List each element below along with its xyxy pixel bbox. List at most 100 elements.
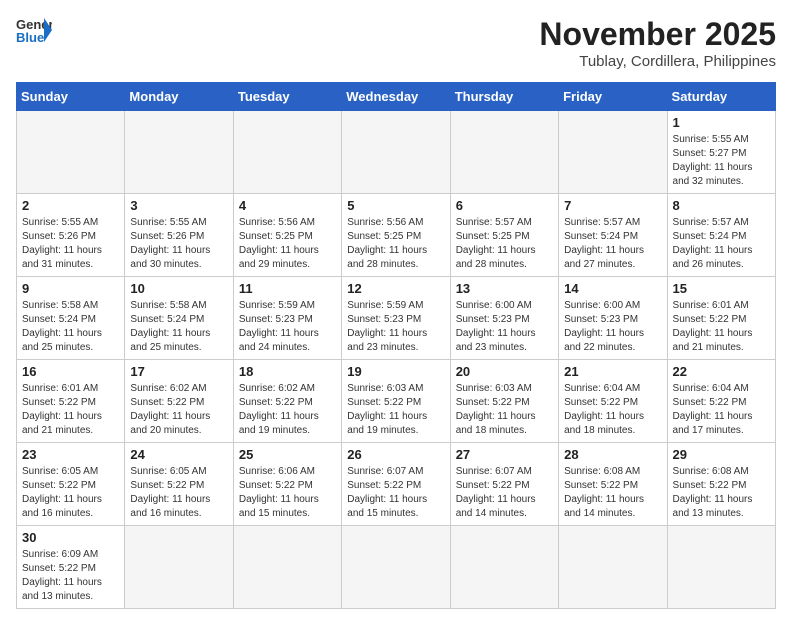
day-number: 15	[673, 281, 770, 296]
title-area: November 2025 Tublay, Cordillera, Philip…	[539, 16, 776, 70]
day-number: 1	[673, 115, 770, 130]
logo: General Blue	[16, 16, 52, 44]
day-number: 21	[564, 364, 661, 379]
day-info: Sunrise: 6:00 AM Sunset: 5:23 PM Dayligh…	[564, 299, 661, 355]
calendar-cell: 7Sunrise: 5:57 AM Sunset: 5:24 PM Daylig…	[559, 194, 667, 277]
day-info: Sunrise: 5:57 AM Sunset: 5:24 PM Dayligh…	[564, 216, 661, 272]
day-info: Sunrise: 6:01 AM Sunset: 5:22 PM Dayligh…	[673, 299, 770, 355]
calendar-cell: 25 Sunrise: 6:06 AM Sunset: 5:22 PM Dayli…	[233, 443, 341, 526]
calendar-cell	[559, 526, 667, 609]
calendar: SundayMondayTuesdayWednesdayThursdayFrid…	[16, 82, 776, 609]
day-info: Sunrise: 6:06 AM Sunset: 5:22 PM Dayligh…	[239, 465, 336, 521]
day-info: Sunrise: 6:03 AM Sunset: 5:22 PM Dayligh…	[456, 382, 553, 438]
day-info: Sunrise: 5:56 AM Sunset: 5:25 PM Dayligh…	[239, 216, 336, 272]
calendar-cell	[125, 111, 233, 194]
calendar-cell: 1 Sunrise: 5:55 AM Sunset: 5:27 PM Daylig…	[667, 111, 775, 194]
day-number: 8	[673, 198, 770, 213]
calendar-cell: 30 Sunrise: 6:09 AM Sunset: 5:22 PM Dayli…	[17, 526, 125, 609]
calendar-week-1: 1 Sunrise: 5:55 AM Sunset: 5:27 PM Daylig…	[17, 111, 776, 194]
calendar-cell	[559, 111, 667, 194]
calendar-cell: 23Sunrise: 6:05 AM Sunset: 5:22 PM Dayli…	[17, 443, 125, 526]
calendar-cell: 27 Sunrise: 6:07 AM Sunset: 5:22 PM Dayli…	[450, 443, 558, 526]
calendar-cell: 16Sunrise: 6:01 AM Sunset: 5:22 PM Dayli…	[17, 360, 125, 443]
calendar-cell	[342, 526, 450, 609]
day-number: 24	[130, 447, 227, 462]
calendar-cell: 12Sunrise: 5:59 AM Sunset: 5:23 PM Dayli…	[342, 277, 450, 360]
day-number: 22	[673, 364, 770, 379]
calendar-cell: 9Sunrise: 5:58 AM Sunset: 5:24 PM Daylig…	[17, 277, 125, 360]
svg-text:Blue: Blue	[16, 30, 44, 44]
day-info: Sunrise: 6:08 AM Sunset: 5:22 PM Dayligh…	[564, 465, 661, 521]
column-header-saturday: Saturday	[667, 83, 775, 111]
day-info: Sunrise: 5:58 AM Sunset: 5:24 PM Dayligh…	[130, 299, 227, 355]
month-title: November 2025	[539, 16, 776, 53]
calendar-week-6: 30 Sunrise: 6:09 AM Sunset: 5:22 PM Dayli…	[17, 526, 776, 609]
calendar-cell: 24 Sunrise: 6:05 AM Sunset: 5:22 PM Dayli…	[125, 443, 233, 526]
calendar-week-5: 23 Sunrise: 6:05 AM Sunset: 5:22 PM Dayli…	[17, 443, 776, 526]
day-number: 4	[239, 198, 336, 213]
day-number: 19	[347, 364, 444, 379]
day-info: Sunrise: 6:04 AM Sunset: 5:22 PM Dayligh…	[564, 382, 661, 438]
column-header-friday: Friday	[559, 83, 667, 111]
day-info: Sunrise: 6:05 AM Sunset: 5:22 PM Dayligh…	[130, 465, 227, 521]
day-info: Sunrise: 6:00 AM Sunset: 5:23 PM Dayligh…	[456, 299, 553, 355]
calendar-cell	[233, 526, 341, 609]
day-number: 18	[239, 364, 336, 379]
day-number: 20	[456, 364, 553, 379]
column-header-thursday: Thursday	[450, 83, 558, 111]
calendar-cell: 14 Sunrise: 6:00 AM Sunset: 5:23 PM Dayli…	[559, 277, 667, 360]
logo-icon: General Blue	[16, 16, 52, 44]
day-info: Sunrise: 6:09 AM Sunset: 5:22 PM Dayligh…	[22, 548, 119, 604]
column-header-monday: Monday	[125, 83, 233, 111]
day-info: Sunrise: 6:02 AM Sunset: 5:22 PM Dayligh…	[130, 382, 227, 438]
day-number: 6	[456, 198, 553, 213]
day-info: Sunrise: 5:59 AM Sunset: 5:23 PM Dayligh…	[347, 299, 444, 355]
day-info: Sunrise: 6:01 AM Sunset: 5:22 PM Dayligh…	[22, 382, 119, 438]
calendar-cell: 2 Sunrise: 5:55 AM Sunset: 5:26 PM Daylig…	[17, 194, 125, 277]
calendar-cell: 11 Sunrise: 5:59 AM Sunset: 5:23 PM Dayli…	[233, 277, 341, 360]
day-info: Sunrise: 5:59 AM Sunset: 5:23 PM Dayligh…	[239, 299, 336, 355]
day-number: 27	[456, 447, 553, 462]
calendar-header-row: SundayMondayTuesdayWednesdayThursdayFrid…	[17, 83, 776, 111]
header: General Blue November 2025 Tublay, Cordi…	[16, 16, 776, 70]
calendar-cell: 6 Sunrise: 5:57 AM Sunset: 5:25 PM Daylig…	[450, 194, 558, 277]
day-info: Sunrise: 6:02 AM Sunset: 5:22 PM Dayligh…	[239, 382, 336, 438]
calendar-cell: 28 Sunrise: 6:08 AM Sunset: 5:22 PM Dayli…	[559, 443, 667, 526]
day-info: Sunrise: 5:55 AM Sunset: 5:26 PM Dayligh…	[130, 216, 227, 272]
calendar-cell: 26 Sunrise: 6:07 AM Sunset: 5:22 PM Dayli…	[342, 443, 450, 526]
calendar-cell	[450, 111, 558, 194]
calendar-cell: 19Sunrise: 6:03 AM Sunset: 5:22 PM Dayli…	[342, 360, 450, 443]
calendar-cell: 8 Sunrise: 5:57 AM Sunset: 5:24 PM Daylig…	[667, 194, 775, 277]
calendar-week-4: 16Sunrise: 6:01 AM Sunset: 5:22 PM Dayli…	[17, 360, 776, 443]
calendar-cell: 15 Sunrise: 6:01 AM Sunset: 5:22 PM Dayli…	[667, 277, 775, 360]
day-number: 26	[347, 447, 444, 462]
location-title: Tublay, Cordillera, Philippines	[539, 53, 776, 70]
day-number: 28	[564, 447, 661, 462]
day-info: Sunrise: 5:57 AM Sunset: 5:24 PM Dayligh…	[673, 216, 770, 272]
calendar-cell: 13Sunrise: 6:00 AM Sunset: 5:23 PM Dayli…	[450, 277, 558, 360]
day-info: Sunrise: 5:55 AM Sunset: 5:27 PM Dayligh…	[673, 133, 770, 189]
calendar-cell	[342, 111, 450, 194]
day-number: 30	[22, 530, 119, 545]
day-info: Sunrise: 5:56 AM Sunset: 5:25 PM Dayligh…	[347, 216, 444, 272]
day-info: Sunrise: 6:07 AM Sunset: 5:22 PM Dayligh…	[456, 465, 553, 521]
day-info: Sunrise: 5:55 AM Sunset: 5:26 PM Dayligh…	[22, 216, 119, 272]
day-number: 29	[673, 447, 770, 462]
day-number: 14	[564, 281, 661, 296]
day-info: Sunrise: 6:07 AM Sunset: 5:22 PM Dayligh…	[347, 465, 444, 521]
day-number: 11	[239, 281, 336, 296]
day-number: 5	[347, 198, 444, 213]
day-number: 23	[22, 447, 119, 462]
calendar-cell: 18 Sunrise: 6:02 AM Sunset: 5:22 PM Dayli…	[233, 360, 341, 443]
column-header-tuesday: Tuesday	[233, 83, 341, 111]
day-number: 10	[130, 281, 227, 296]
column-header-sunday: Sunday	[17, 83, 125, 111]
calendar-cell: 5 Sunrise: 5:56 AM Sunset: 5:25 PM Daylig…	[342, 194, 450, 277]
day-number: 17	[130, 364, 227, 379]
day-number: 2	[22, 198, 119, 213]
calendar-cell: 22Sunrise: 6:04 AM Sunset: 5:22 PM Dayli…	[667, 360, 775, 443]
calendar-cell	[17, 111, 125, 194]
calendar-week-3: 9Sunrise: 5:58 AM Sunset: 5:24 PM Daylig…	[17, 277, 776, 360]
day-number: 25	[239, 447, 336, 462]
day-info: Sunrise: 5:57 AM Sunset: 5:25 PM Dayligh…	[456, 216, 553, 272]
